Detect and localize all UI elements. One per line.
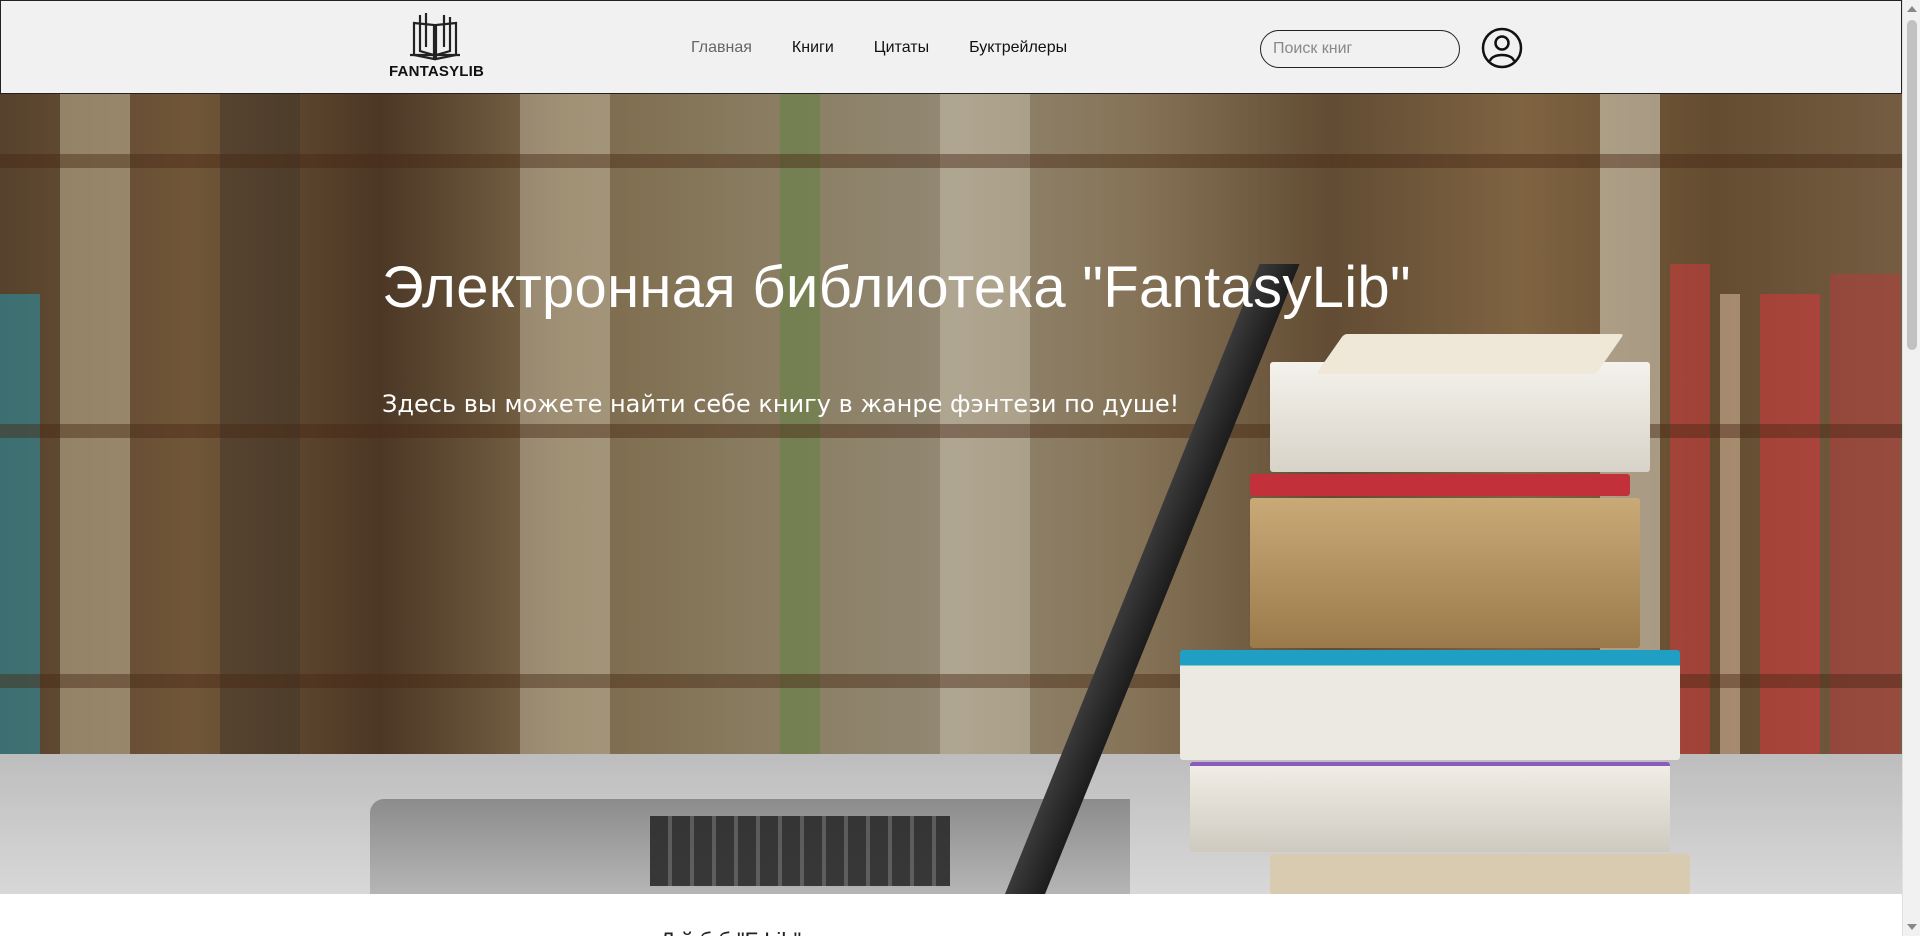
nav-books[interactable]: Книги [792, 39, 834, 57]
scroll-down-icon[interactable] [1907, 924, 1917, 930]
scrollbar[interactable] [1902, 0, 1920, 936]
stacked-book [1270, 854, 1690, 894]
nav-booktrailers[interactable]: Буктрейлеры [969, 39, 1067, 57]
below-fold-section: Д й б б "F Lib" [0, 894, 1902, 936]
nav-home[interactable]: Главная [691, 39, 752, 57]
book-stack [1170, 334, 1690, 894]
nav-quotes[interactable]: Цитаты [874, 39, 929, 57]
logo[interactable]: FANTASYLIB [389, 11, 485, 87]
laptop-keyboard [650, 816, 950, 886]
hero-title: Электронная библиотека "FantasyLib" [382, 255, 1411, 320]
section-heading-partial: Д й б б "F Lib" [660, 928, 801, 936]
page: FANTASYLIB Главная Книги Цитаты Буктрейл… [0, 0, 1920, 936]
site-header: FANTASYLIB Главная Книги Цитаты Буктрейл… [0, 0, 1902, 94]
search-box [1260, 30, 1480, 68]
book-logo-icon [410, 13, 460, 61]
stacked-book [1190, 762, 1670, 852]
stacked-book [1180, 650, 1680, 760]
shelf [0, 154, 1902, 168]
user-icon[interactable] [1481, 27, 1523, 69]
logo-text: FANTASYLIB [389, 63, 485, 80]
stacked-book [1250, 498, 1640, 648]
hero-banner: Электронная библиотека "FantasyLib" Здес… [0, 94, 1902, 894]
search-input[interactable] [1273, 40, 1480, 58]
stacked-book [1250, 474, 1630, 496]
scroll-up-icon[interactable] [1907, 6, 1917, 12]
hero-subtitle: Здесь вы можете найти себе книгу в жанре… [382, 390, 1180, 418]
scroll-thumb[interactable] [1907, 20, 1917, 350]
open-book-page [1315, 334, 1625, 374]
main-nav: Главная Книги Цитаты Буктрейлеры [691, 39, 1067, 57]
